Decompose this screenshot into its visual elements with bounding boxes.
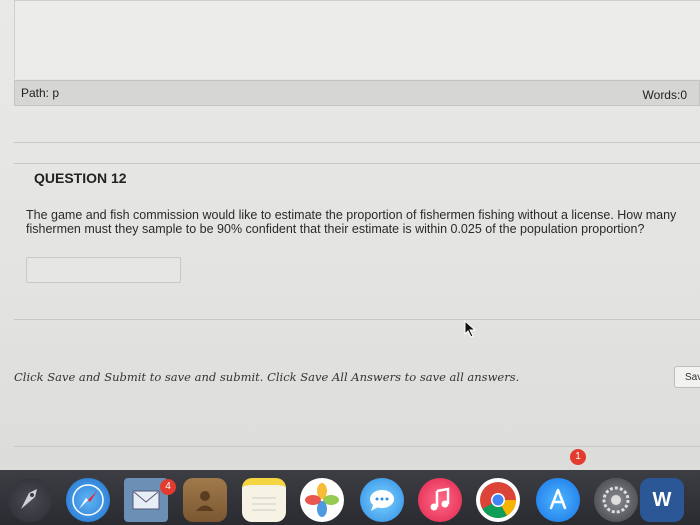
divider	[14, 446, 700, 447]
question-text: The game and fish commission would like …	[26, 208, 677, 236]
chrome-icon[interactable]	[476, 478, 520, 522]
save-all-answers-button[interactable]: Sav	[674, 366, 700, 388]
answer-input[interactable]	[26, 257, 181, 283]
system-preferences-icon[interactable]	[594, 478, 638, 522]
word-icon[interactable]: W	[640, 478, 684, 522]
notes-icon[interactable]	[242, 478, 286, 522]
editor-statusbar: Path: p Words:0	[14, 80, 700, 106]
editor-path: Path: p	[21, 86, 60, 100]
word-count: Words:0	[642, 88, 687, 102]
mail-badge: 4	[160, 479, 176, 495]
app-store-badge: 1	[570, 449, 586, 465]
music-icon[interactable]	[418, 478, 462, 522]
question-title: QUESTION 12	[34, 170, 127, 186]
divider	[14, 142, 700, 143]
divider	[14, 319, 700, 320]
contacts-icon[interactable]	[183, 478, 227, 522]
text-editor-area[interactable]	[14, 0, 700, 79]
divider	[14, 163, 700, 164]
mouse-cursor-icon	[464, 320, 477, 338]
photos-icon[interactable]	[300, 478, 344, 522]
submit-instructions: Click Save and Submit to save and submit…	[14, 370, 520, 384]
safari-icon[interactable]	[66, 478, 110, 522]
browser-content: Path: p Words:0 QUESTION 12 The game and…	[0, 0, 700, 470]
messages-icon[interactable]	[360, 478, 404, 522]
app-store-icon[interactable]	[536, 478, 580, 522]
launchpad-icon[interactable]	[8, 478, 52, 522]
